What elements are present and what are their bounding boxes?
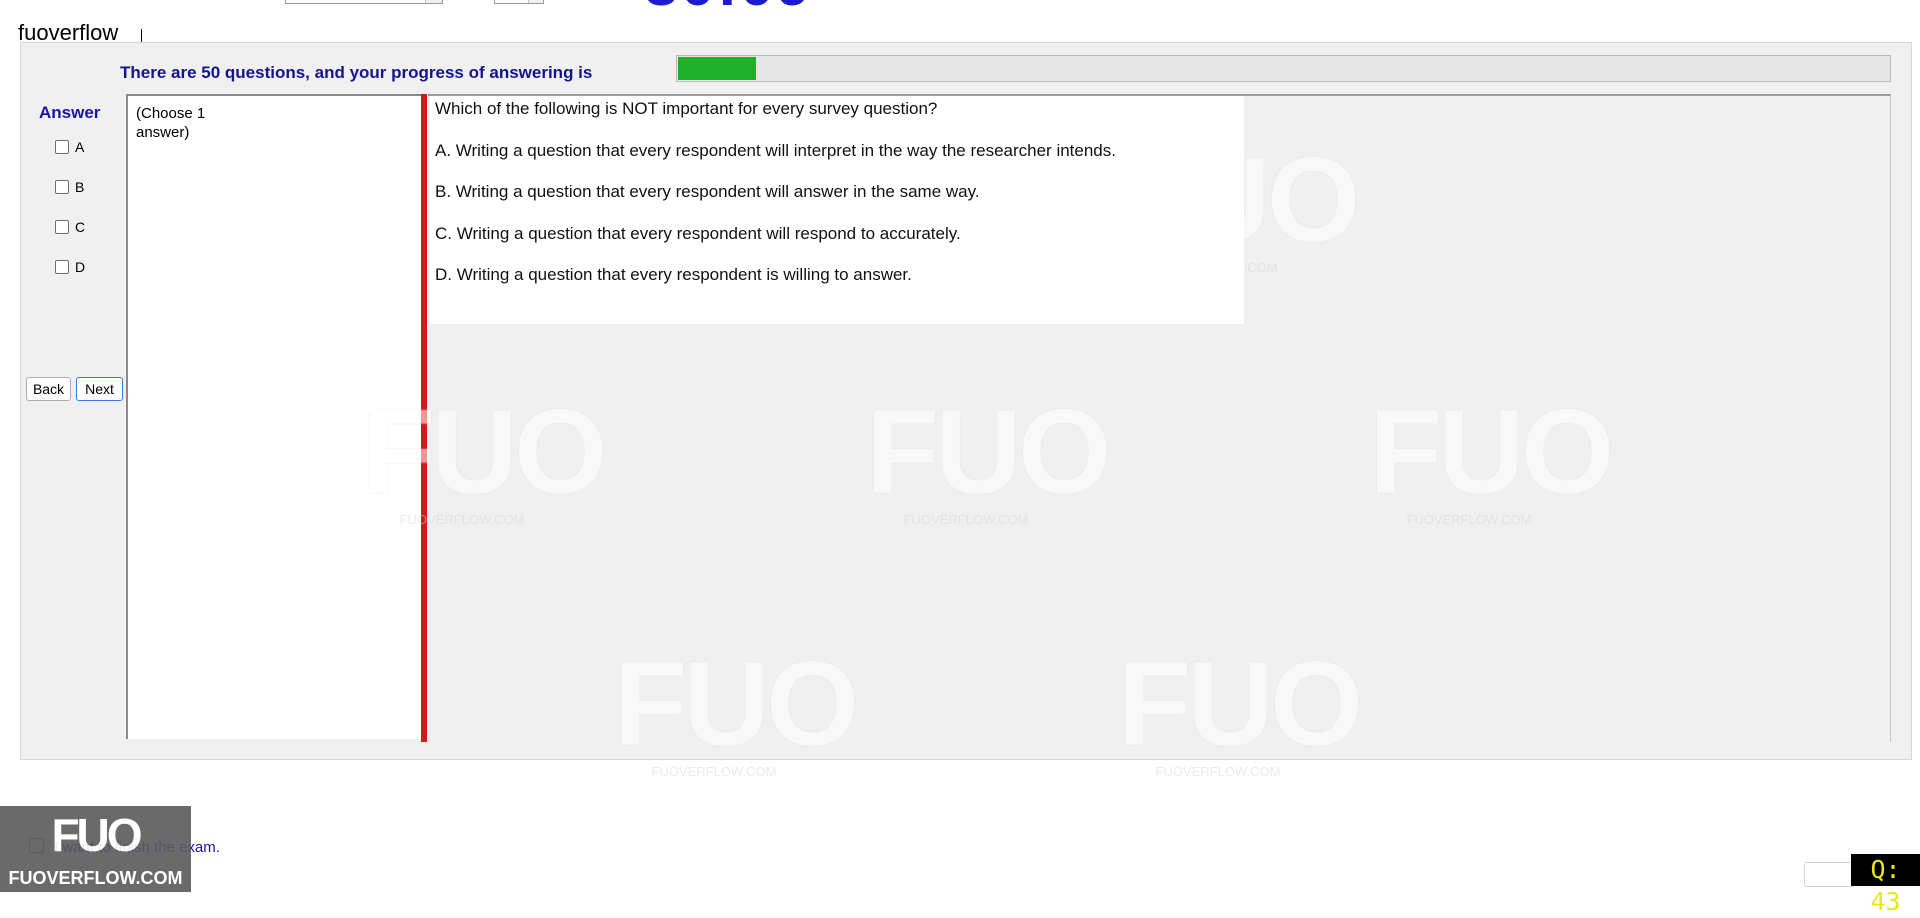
- option-label: C: [75, 219, 86, 235]
- fuoverflow-logo: FUO FUOVERFLOW.COM: [0, 806, 191, 892]
- answer-option-b[interactable]: B: [55, 178, 115, 196]
- progress-fill: [678, 57, 756, 80]
- option-label: A: [75, 139, 85, 155]
- option-label: B: [75, 179, 85, 195]
- checkbox[interactable]: [55, 260, 69, 274]
- progress-bar: [676, 55, 1891, 82]
- exam-timer: 30:09: [644, 0, 813, 16]
- answer-option-c[interactable]: C: [55, 218, 115, 236]
- top-spinner[interactable]: [494, 0, 544, 4]
- option-label: D: [75, 259, 86, 275]
- answer-choice-a: A. Writing a question that every respond…: [435, 141, 1116, 160]
- corner-field[interactable]: [1804, 862, 1854, 887]
- answer-option-a[interactable]: A: [55, 138, 115, 156]
- checkbox[interactable]: [55, 220, 69, 234]
- checkbox[interactable]: [55, 180, 69, 194]
- top-dropdown[interactable]: [285, 0, 443, 4]
- chevron-down-icon[interactable]: [425, 0, 442, 3]
- checkbox[interactable]: [55, 140, 69, 154]
- question-text: Which of the following is NOT important …: [435, 99, 938, 118]
- question-box: [430, 96, 1244, 324]
- question-counter: Q: 43: [1851, 854, 1920, 916]
- answer-choice-b: B. Writing a question that every respond…: [435, 182, 980, 201]
- progress-label: There are 50 questions, and your progres…: [120, 63, 593, 82]
- choose-instruction-panel: (Choose 1 answer): [126, 94, 423, 739]
- answer-choice-c: C. Writing a question that every respond…: [435, 224, 961, 243]
- chevron-down-icon[interactable]: [528, 0, 543, 3]
- next-button[interactable]: Next: [76, 377, 123, 401]
- answer-option-d[interactable]: D: [55, 258, 115, 276]
- answer-title: Answer: [39, 103, 101, 122]
- back-button[interactable]: Back: [26, 377, 71, 401]
- answer-choice-d: D. Writing a question that every respond…: [435, 265, 912, 284]
- choose-instruction: (Choose 1 answer): [136, 105, 206, 141]
- panel-divider[interactable]: [421, 94, 427, 742]
